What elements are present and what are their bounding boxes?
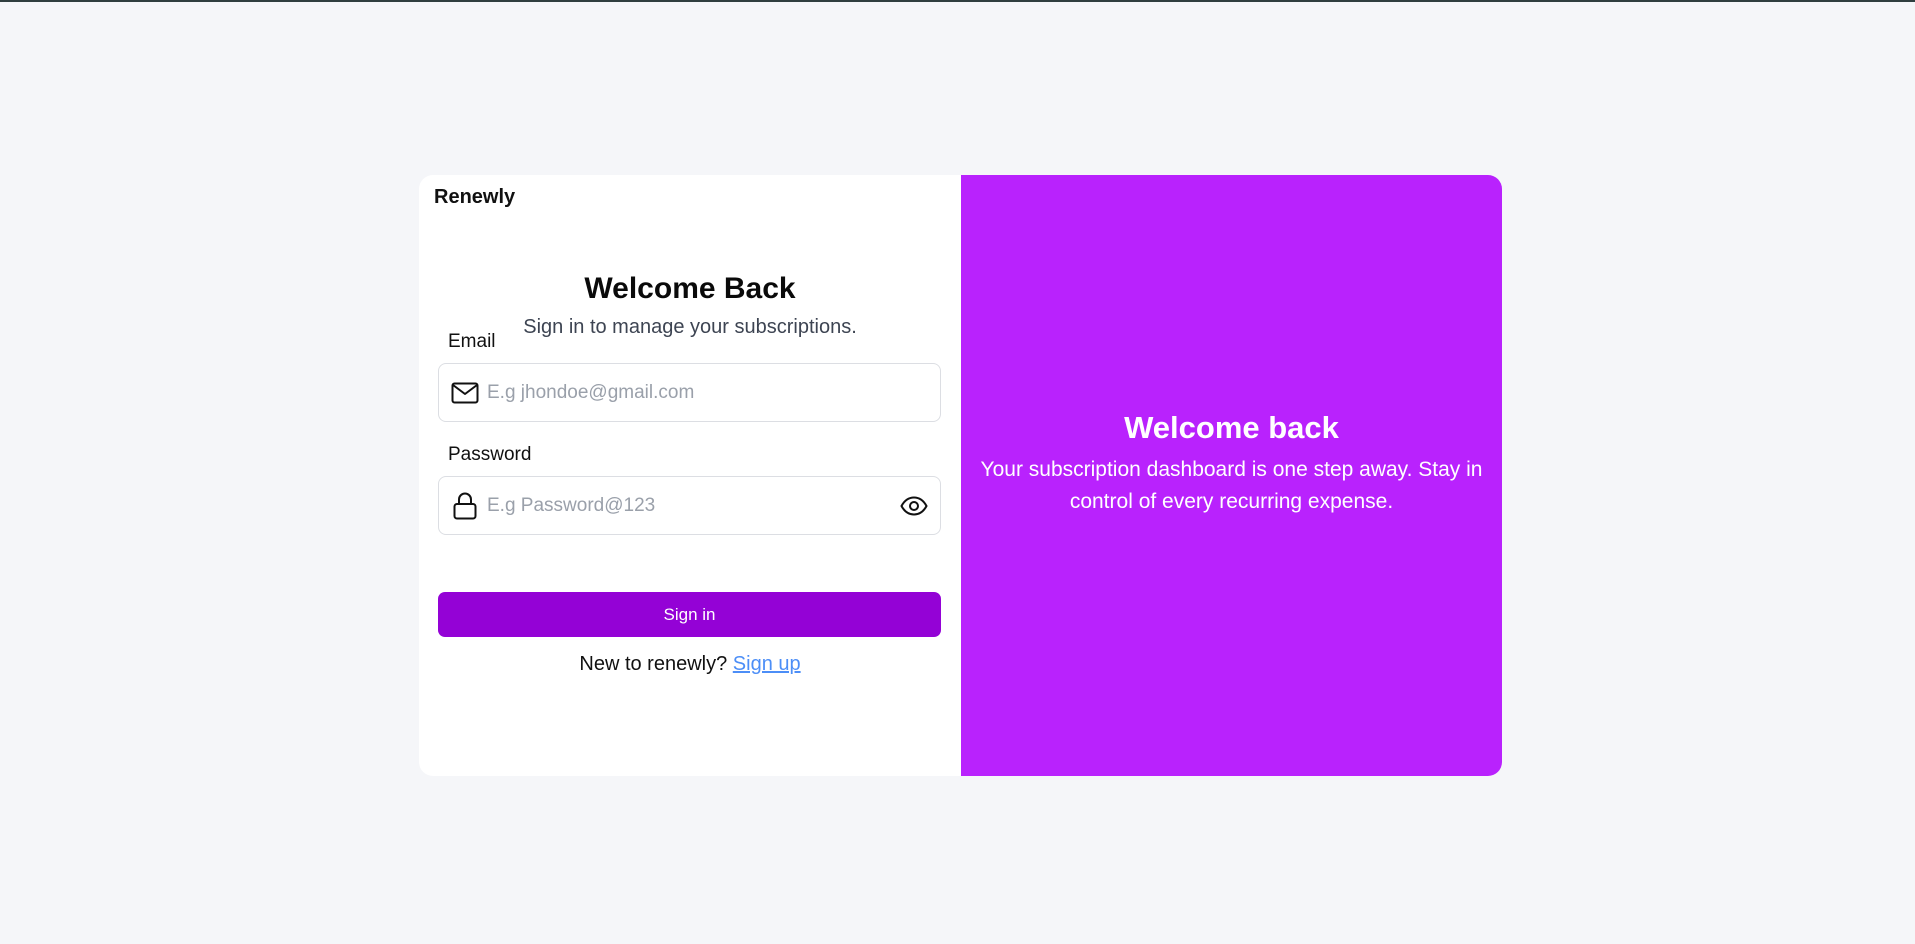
sign-up-link[interactable]: Sign up bbox=[733, 653, 801, 675]
sign-in-button[interactable]: Sign in bbox=[438, 592, 941, 637]
email-label: Email bbox=[448, 331, 496, 352]
brand-logo[interactable]: Renewly bbox=[434, 186, 515, 209]
promo-title: Welcome back bbox=[1124, 409, 1339, 445]
mail-icon bbox=[439, 364, 487, 421]
promo-text: Your subscription dashboard is one step … bbox=[980, 457, 1483, 513]
eye-icon bbox=[900, 495, 928, 516]
login-card: Renewly Welcome Back Sign in to manage y… bbox=[419, 175, 1502, 776]
lock-icon bbox=[439, 477, 487, 534]
email-field-wrapper bbox=[438, 363, 941, 422]
password-field-wrapper bbox=[438, 476, 941, 535]
email-input[interactable] bbox=[487, 364, 940, 421]
password-label: Password bbox=[448, 444, 532, 465]
page-subtitle: Sign in to manage your subscriptions. bbox=[523, 316, 857, 338]
signup-prompt-row: New to renewly? Sign up bbox=[419, 653, 961, 676]
signup-prompt-text: New to renewly? bbox=[579, 653, 728, 675]
page-title: Welcome Back bbox=[584, 272, 796, 305]
password-input[interactable] bbox=[487, 477, 888, 534]
show-password-toggle[interactable] bbox=[888, 477, 940, 534]
promo-panel: Welcome back Your subscription dashboard… bbox=[961, 175, 1502, 776]
login-panel: Renewly Welcome Back Sign in to manage y… bbox=[419, 175, 961, 776]
